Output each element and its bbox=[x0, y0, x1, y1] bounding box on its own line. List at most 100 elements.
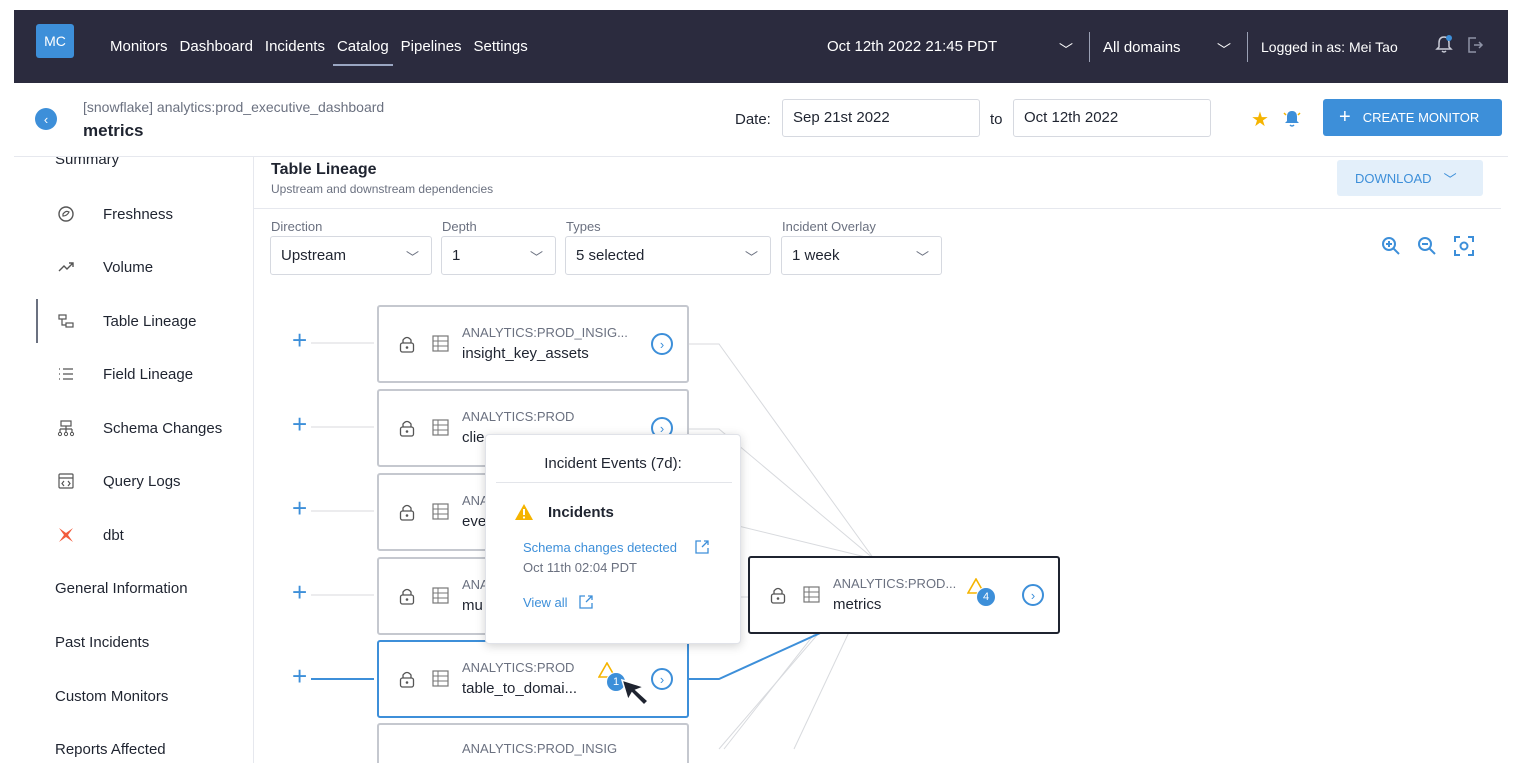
freshness-icon bbox=[56, 204, 76, 224]
incident-overlay-select[interactable]: 1 week ﹀ bbox=[781, 236, 942, 275]
chevron-right-icon[interactable]: › bbox=[1022, 584, 1044, 606]
lock-icon bbox=[399, 420, 415, 437]
zoom-out-icon[interactable] bbox=[1416, 235, 1438, 257]
download-label: DOWNLOAD bbox=[1355, 170, 1432, 186]
sidebar-item-freshness[interactable]: Freshness bbox=[14, 194, 253, 234]
direction-select[interactable]: Upstream ﹀ bbox=[270, 236, 432, 275]
date-from-input[interactable]: Sep 21st 2022 bbox=[782, 99, 980, 137]
nav-dashboard[interactable]: Dashboard bbox=[180, 38, 253, 55]
domain-chevron-down-icon[interactable]: ﹀ bbox=[1217, 40, 1231, 60]
external-link-icon[interactable] bbox=[578, 594, 594, 610]
sidebar-item-query-logs[interactable]: Query Logs bbox=[14, 461, 253, 501]
nav-incidents[interactable]: Incidents bbox=[265, 38, 325, 55]
sidebar-past-incidents[interactable]: Past Incidents bbox=[55, 634, 149, 651]
sidebar-item-table-lineage[interactable]: Table Lineage bbox=[14, 301, 253, 341]
top-navigation-bar: MC Monitors Dashboard Incidents Catalog … bbox=[14, 10, 1508, 83]
volume-icon bbox=[56, 257, 76, 277]
sidebar-item-schema-changes[interactable]: Schema Changes bbox=[14, 408, 253, 448]
view-all-link[interactable]: View all bbox=[523, 595, 568, 610]
main-nav: Monitors Dashboard Incidents Catalog Pip… bbox=[110, 38, 528, 66]
lineage-node[interactable]: ANALYTICS:PROD_INSIG bbox=[377, 723, 689, 763]
expand-upstream-button[interactable]: + bbox=[292, 493, 307, 524]
sidebar-item-label: dbt bbox=[103, 526, 124, 544]
incident-overlay-value: 1 week bbox=[792, 247, 840, 264]
divider bbox=[496, 482, 732, 483]
lineage-node[interactable]: ANALYTICS:PROD_INSIG... insight_key_asse… bbox=[377, 305, 689, 383]
sidebar-item-label: Field Lineage bbox=[103, 365, 194, 383]
chevron-right-icon[interactable]: › bbox=[651, 333, 673, 355]
create-monitor-label: CREATE MONITOR bbox=[1362, 110, 1480, 125]
types-label: Types bbox=[566, 219, 601, 234]
expand-upstream-button[interactable]: + bbox=[292, 577, 307, 608]
table-icon bbox=[432, 670, 449, 687]
lineage-icon bbox=[56, 311, 76, 331]
lock-icon bbox=[399, 588, 415, 605]
node-name: insight_key_assets bbox=[462, 345, 589, 362]
table-icon bbox=[432, 419, 449, 436]
date-to-input[interactable]: Oct 12th 2022 bbox=[1013, 99, 1211, 137]
event-timestamp: Oct 11th 02:04 PDT bbox=[523, 560, 637, 575]
monte-carlo-logo[interactable]: MC bbox=[36, 24, 74, 58]
schema-changes-link[interactable]: Schema changes detected bbox=[523, 540, 677, 555]
download-button[interactable]: DOWNLOAD ﹀ bbox=[1337, 160, 1483, 196]
fit-to-screen-icon[interactable] bbox=[1453, 235, 1475, 257]
lock-icon bbox=[399, 671, 415, 688]
node-name: clie bbox=[462, 429, 485, 446]
alarm-icon[interactable] bbox=[1282, 107, 1302, 129]
star-icon[interactable]: ★ bbox=[1251, 107, 1269, 132]
depth-select[interactable]: 1 ﹀ bbox=[441, 236, 556, 275]
nav-pipelines[interactable]: Pipelines bbox=[401, 38, 462, 55]
notification-bell-icon[interactable] bbox=[1435, 34, 1453, 54]
nav-settings[interactable]: Settings bbox=[474, 38, 528, 55]
expand-upstream-button[interactable]: + bbox=[292, 409, 307, 440]
node-schema: ANALYTICS:PROD... bbox=[833, 576, 957, 591]
to-label: to bbox=[990, 111, 1003, 128]
sidebar-item-label: Volume bbox=[103, 258, 154, 276]
domain-selector[interactable]: All domains bbox=[1103, 39, 1181, 56]
plus-icon: + bbox=[1339, 106, 1351, 128]
back-icon[interactable]: ‹ bbox=[35, 108, 57, 130]
lineage-subtitle: Upstream and downstream dependencies bbox=[271, 182, 494, 196]
node-name: eve bbox=[462, 513, 487, 530]
lineage-filters: Direction Upstream ﹀ Depth 1 ﹀ Types 5 s… bbox=[254, 209, 1501, 279]
sidebar-reports-affected[interactable]: Reports Affected bbox=[55, 741, 166, 758]
sidebar-summary[interactable]: Summary bbox=[55, 157, 119, 168]
logout-icon[interactable] bbox=[1466, 35, 1484, 55]
zoom-in-icon[interactable] bbox=[1380, 235, 1402, 257]
incident-overlay-label: Incident Overlay bbox=[782, 219, 876, 234]
date-label: Date: bbox=[735, 111, 771, 128]
incident-count-badge[interactable]: 4 bbox=[976, 587, 996, 607]
sidebar-custom-monitors[interactable]: Custom Monitors bbox=[55, 688, 168, 705]
timezone-chevron-down-icon[interactable]: ﹀ bbox=[1059, 40, 1073, 60]
direction-label: Direction bbox=[271, 219, 323, 234]
types-select[interactable]: 5 selected ﹀ bbox=[565, 236, 771, 275]
chevron-down-icon: ﹀ bbox=[1443, 171, 1457, 187]
sidebar-general-information[interactable]: General Information bbox=[55, 580, 188, 597]
sidebar-item-label: Query Logs bbox=[103, 472, 181, 490]
incident-events-popover: Incident Events (7d): Incidents Schema c… bbox=[485, 434, 741, 644]
create-monitor-button[interactable]: + CREATE MONITOR bbox=[1323, 99, 1502, 136]
sidebar-item-volume[interactable]: Volume bbox=[14, 247, 253, 287]
sidebar-item-label: Table Lineage bbox=[103, 312, 197, 330]
lineage-canvas[interactable]: + + + + + ANALYTICS:PROD_INSIG... insigh… bbox=[254, 279, 1501, 763]
sidebar-item-field-lineage[interactable]: Field Lineage bbox=[14, 354, 253, 394]
asset-sidebar: Summary Freshness Volume Table Lineage F… bbox=[14, 157, 253, 763]
external-link-icon[interactable] bbox=[694, 539, 710, 555]
chevron-right-icon[interactable]: › bbox=[651, 668, 673, 690]
expand-upstream-button[interactable]: + bbox=[292, 325, 307, 356]
dbt-icon bbox=[56, 525, 76, 545]
direction-value: Upstream bbox=[281, 247, 347, 264]
table-icon bbox=[432, 335, 449, 352]
nav-monitors[interactable]: Monitors bbox=[110, 38, 168, 55]
lock-icon bbox=[399, 336, 415, 353]
expand-upstream-button[interactable]: + bbox=[292, 661, 307, 692]
asset-header: ‹ [snowflake] analytics:prod_executive_d… bbox=[14, 83, 1508, 157]
nav-catalog[interactable]: Catalog bbox=[332, 38, 393, 66]
incidents-heading: Incidents bbox=[548, 504, 614, 521]
table-icon bbox=[803, 586, 820, 603]
lineage-node-current[interactable]: ANALYTICS:PROD... metrics 4 › bbox=[748, 556, 1060, 634]
lock-icon bbox=[399, 504, 415, 521]
schema-icon bbox=[56, 418, 76, 438]
sidebar-item-dbt[interactable]: dbt bbox=[14, 515, 253, 555]
depth-label: Depth bbox=[442, 219, 477, 234]
